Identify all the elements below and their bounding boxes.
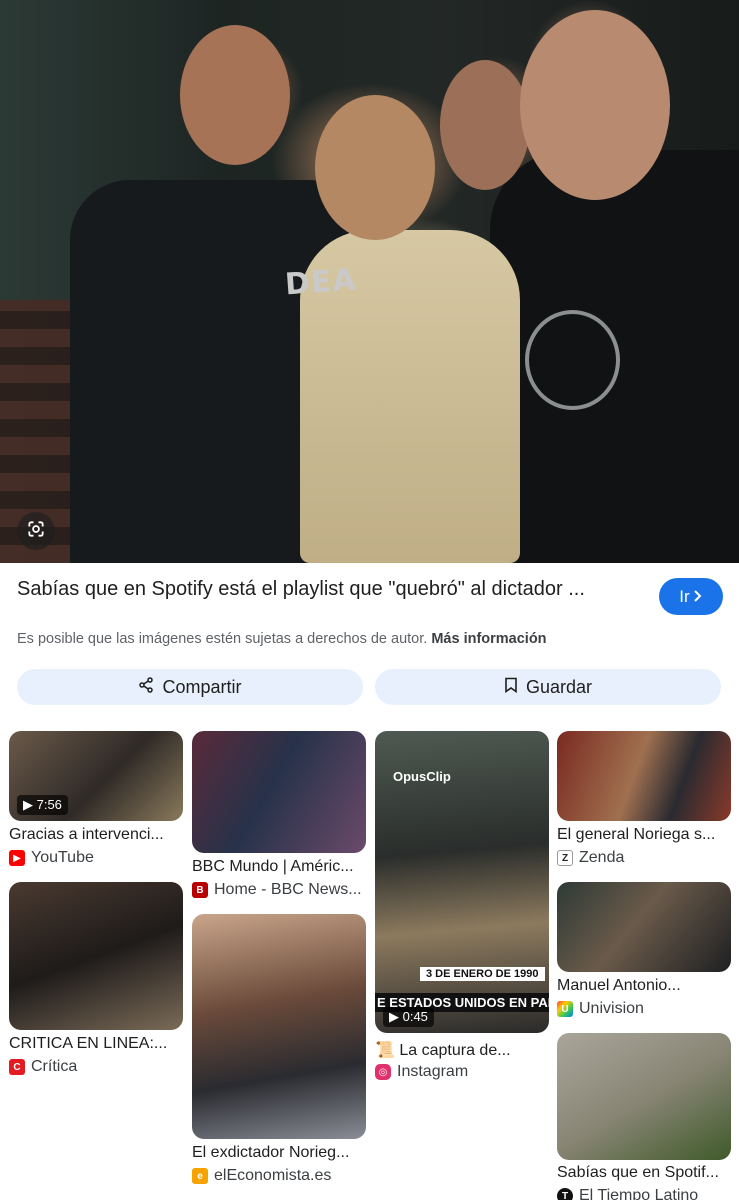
related-source[interactable]: C Crítica (9, 1058, 77, 1076)
related-thumbnail[interactable]: OpusClip 3 DE ENERO DE 1990 E ESTADOS UN… (375, 731, 549, 1033)
share-icon (138, 676, 154, 698)
face (180, 25, 290, 165)
related-source[interactable]: e elEconomista.es (192, 1167, 331, 1185)
related-source[interactable]: ◎ Instagram (375, 1063, 468, 1081)
face (520, 10, 670, 200)
copyright-text: Es posible que las imágenes estén sujeta… (17, 631, 428, 647)
eleconomista-icon: e (192, 1168, 208, 1184)
related-title[interactable]: El exdictador Norieg... (192, 1144, 366, 1162)
scroll-icon: 📜 (375, 1042, 395, 1059)
related-source[interactable]: U Univision (557, 1000, 644, 1018)
share-label: Compartir (162, 676, 242, 697)
related-title[interactable]: Sabías que en Spotif... (557, 1164, 731, 1182)
related-title[interactable]: El general Noriega s... (557, 826, 731, 844)
related-thumbnail[interactable] (192, 914, 366, 1139)
univision-icon: U (557, 1001, 573, 1017)
main-image[interactable]: DEA (0, 0, 739, 563)
face (440, 60, 530, 190)
opusclip-logo: OpusClip (393, 769, 451, 784)
video-duration: ▶ 7:56 (17, 795, 68, 815)
related-thumbnail[interactable]: ▶ 7:56 (9, 731, 183, 821)
jacket-badge (525, 310, 620, 410)
instagram-icon: ◎ (375, 1064, 391, 1080)
bookmark-icon (504, 677, 518, 698)
related-thumbnail[interactable] (557, 731, 731, 821)
face (315, 95, 435, 240)
related-title[interactable]: CRITICA EN LINEA:... (9, 1035, 183, 1053)
bbc-icon: B (192, 882, 208, 898)
visit-button[interactable]: Ir (659, 578, 723, 615)
related-title[interactable]: Gracias a intervenci... (9, 826, 183, 844)
related-thumbnail[interactable] (557, 1033, 731, 1160)
share-button[interactable]: Compartir (17, 669, 363, 705)
zenda-icon: Z (557, 850, 573, 866)
related-source[interactable]: B Home - BBC News... (192, 881, 362, 899)
related-source[interactable]: T El Tiempo Latino (557, 1187, 698, 1200)
save-label: Guardar (525, 676, 593, 697)
related-title[interactable]: Manuel Antonio... (557, 977, 731, 995)
copyright-notice: Es posible que las imágenes estén sujeta… (17, 631, 727, 647)
save-button[interactable]: Guardar (375, 669, 721, 705)
related-title[interactable]: 📜 La captura de... (375, 1040, 549, 1060)
related-thumbnail[interactable] (9, 882, 183, 1030)
visit-label: Ir (679, 586, 690, 606)
video-caption-date: 3 DE ENERO DE 1990 (420, 967, 545, 981)
lens-icon (26, 519, 46, 544)
chevron-right-icon (693, 587, 703, 607)
eltiempolatino-icon: T (557, 1188, 573, 1200)
critica-icon: C (9, 1059, 25, 1075)
related-title[interactable]: BBC Mundo | Améric... (192, 858, 366, 876)
lens-search-button[interactable] (17, 512, 55, 550)
more-info-link[interactable]: Más información (431, 631, 546, 647)
result-title[interactable]: Sabías que en Spotify está el playlist q… (17, 576, 642, 603)
youtube-icon: ▶ (9, 850, 25, 866)
related-source[interactable]: ▶ YouTube (9, 849, 94, 867)
video-duration: ▶ 0:45 (383, 1007, 434, 1027)
related-thumbnail[interactable] (192, 731, 366, 853)
related-source[interactable]: Z Zenda (557, 849, 624, 867)
jacket-lettering: DEA (283, 262, 358, 303)
related-thumbnail[interactable] (557, 882, 731, 972)
